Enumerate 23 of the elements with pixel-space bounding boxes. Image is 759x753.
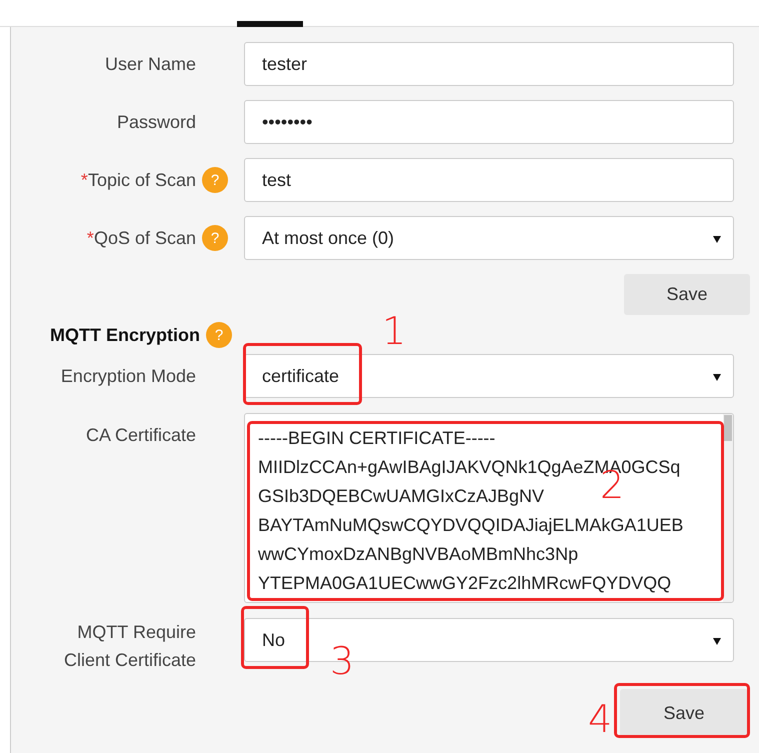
section-heading: MQTT Encryption bbox=[50, 324, 200, 346]
annotation-number: 4 bbox=[588, 700, 612, 738]
scrollbar[interactable] bbox=[723, 414, 733, 602]
field-label: MQTT Require Client Certificate bbox=[62, 621, 196, 672]
field-label: CA Certificate bbox=[84, 424, 196, 447]
save-button[interactable]: Save bbox=[620, 689, 748, 738]
caret-icon bbox=[713, 374, 721, 381]
input-field[interactable]: test bbox=[244, 158, 734, 202]
field-label: *Topic of Scan bbox=[80, 169, 196, 192]
save-button[interactable]: Save bbox=[624, 274, 750, 315]
input-field[interactable]: tester bbox=[244, 42, 734, 86]
select-field[interactable]: At most once (0) bbox=[244, 216, 734, 260]
caret-icon bbox=[713, 236, 721, 243]
field-label: Password bbox=[116, 111, 196, 134]
caret-icon bbox=[713, 638, 721, 645]
annotation-number: 1 bbox=[382, 312, 406, 350]
field-label: *QoS of Scan bbox=[86, 227, 196, 250]
annotation-box bbox=[241, 606, 309, 669]
field-label: User Name bbox=[104, 53, 196, 76]
active-tab-indicator bbox=[237, 21, 303, 27]
field-label: Encryption Mode bbox=[60, 365, 196, 388]
select-field[interactable]: certificate bbox=[244, 354, 734, 398]
input-field[interactable]: •••••••• bbox=[244, 100, 734, 144]
